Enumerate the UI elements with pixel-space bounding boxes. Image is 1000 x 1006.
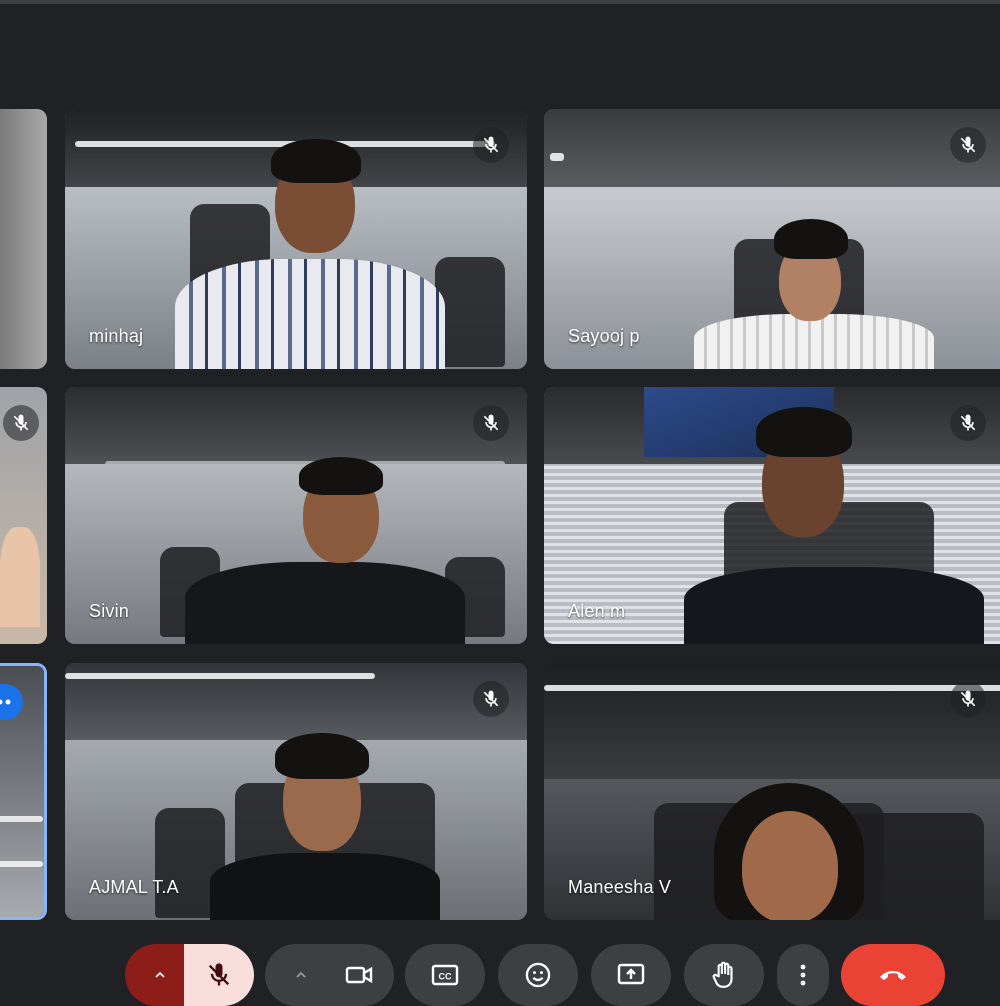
mic-off-icon <box>208 963 230 986</box>
closed-captions-icon: CC <box>431 964 459 986</box>
more-horizontal-icon <box>0 699 11 705</box>
raise-hand-icon <box>712 961 733 988</box>
participant-name: minhaj <box>89 326 144 346</box>
call-controls-bar: CC <box>0 940 1000 1006</box>
camera-toggle-button[interactable] <box>324 944 394 1006</box>
mic-off-icon <box>473 127 509 163</box>
chevron-up-icon <box>296 971 306 978</box>
reactions-button[interactable] <box>498 944 578 1006</box>
more-options-button[interactable] <box>777 944 829 1006</box>
video-feed <box>0 109 47 369</box>
chevron-up-icon <box>155 971 165 978</box>
participant-tile-maneesha[interactable]: Maneesha V <box>544 663 1000 920</box>
mic-off-icon <box>950 405 986 441</box>
video-camera-icon <box>345 966 373 984</box>
participant-tile-self[interactable] <box>0 663 47 920</box>
participant-name: Alen m <box>568 601 626 621</box>
participant-tile-alen[interactable]: Alen m <box>544 387 1000 644</box>
participant-name: Maneesha V <box>568 877 672 897</box>
participant-tile-minhaj[interactable]: minhaj <box>65 109 527 369</box>
video-feed <box>65 387 527 644</box>
svg-text:CC: CC <box>439 972 452 982</box>
present-screen-icon <box>617 963 645 985</box>
more-vertical-icon <box>800 964 806 986</box>
raise-hand-button[interactable] <box>684 944 764 1006</box>
participant-tile-sivin[interactable]: Sivin <box>65 387 527 644</box>
participant-tile[interactable] <box>0 387 47 644</box>
mic-off-icon <box>3 405 39 441</box>
leave-call-button[interactable] <box>841 944 945 1006</box>
emoji-icon <box>525 962 551 988</box>
mic-off-icon <box>950 127 986 163</box>
microphone-toggle-button[interactable] <box>184 944 254 1006</box>
participant-name: AJMAL T.A <box>89 877 179 897</box>
present-screen-button[interactable] <box>591 944 671 1006</box>
top-bar <box>0 0 1000 4</box>
captions-button[interactable]: CC <box>405 944 485 1006</box>
participant-name: Sayooj p <box>568 326 640 346</box>
phone-hangup-icon <box>880 971 906 980</box>
participant-name: Sivin <box>89 601 130 621</box>
mic-off-icon <box>473 405 509 441</box>
participant-tile-sayooj[interactable]: Sayooj p <box>544 109 1000 369</box>
participant-tile[interactable] <box>0 109 47 369</box>
mic-off-icon <box>473 681 509 717</box>
mic-off-icon <box>950 681 986 717</box>
participant-tile-ajmal[interactable]: AJMAL T.A <box>65 663 527 920</box>
